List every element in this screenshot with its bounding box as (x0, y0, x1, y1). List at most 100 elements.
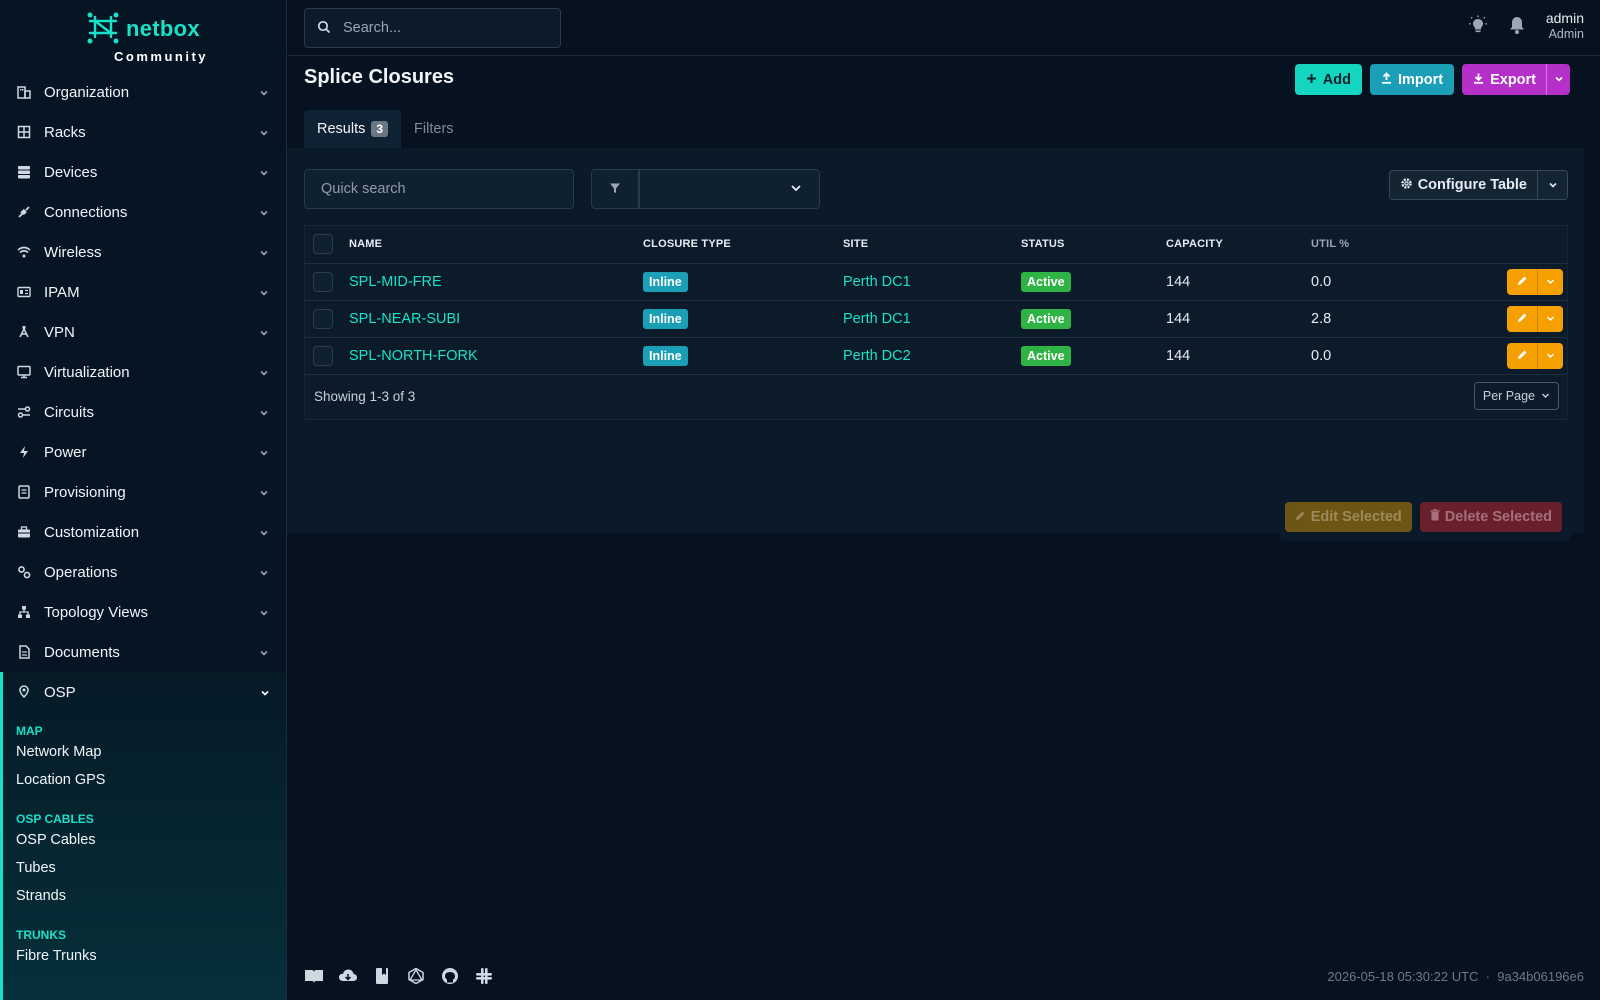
column-header-capacity[interactable]: CAPACITY (1166, 226, 1311, 264)
column-header-status[interactable]: STATUS (1021, 226, 1166, 264)
row-actions-dropdown[interactable] (1537, 342, 1563, 369)
subnav-item-osp-cables[interactable]: OSP Cables (3, 826, 286, 854)
nav-item-operations[interactable]: Operations (0, 552, 286, 592)
cogs-icon (16, 564, 32, 580)
closure-name-link[interactable]: SPL-NEAR-SUBI (349, 311, 460, 327)
column-header-name[interactable]: NAME (349, 226, 643, 264)
nav-item-organization[interactable]: Organization (0, 72, 286, 112)
page-actions: Add Import Export (1294, 64, 1570, 95)
nav-item-devices[interactable]: Devices (0, 152, 286, 192)
delete-selected-label: Delete Selected (1444, 509, 1552, 525)
netbox-logo-icon (86, 11, 120, 48)
quick-search-input[interactable]: Quick search (304, 169, 574, 209)
closure-name-link[interactable]: SPL-NORTH-FORK (349, 348, 478, 364)
filter-button[interactable] (591, 169, 639, 209)
subnav-heading-trunks: TRUNKS (16, 928, 66, 942)
subnav-item-strands[interactable]: Strands (3, 882, 286, 910)
chevron-down-icon (258, 526, 270, 538)
closure-name-link[interactable]: SPL-MID-FRE (349, 274, 442, 290)
site-link[interactable]: Perth DC2 (843, 348, 911, 364)
site-link[interactable]: Perth DC1 (843, 274, 911, 290)
nav-item-circuits[interactable]: Circuits (0, 392, 286, 432)
export-button[interactable]: Export (1462, 64, 1570, 95)
delete-selected-button[interactable]: Delete Selected (1419, 502, 1562, 532)
tab-results[interactable]: Results 3 (304, 110, 402, 148)
chevron-down-icon (1546, 348, 1555, 364)
nav-label: Provisioning (44, 483, 126, 501)
edit-button[interactable] (1507, 342, 1537, 369)
subnav-item-tubes[interactable]: Tubes (3, 854, 286, 882)
export-dropdown-toggle[interactable] (1546, 64, 1570, 95)
pencil-icon (1517, 274, 1528, 290)
status-badge: Active (1021, 345, 1071, 366)
chevron-down-icon (258, 486, 270, 498)
row-checkbox[interactable] (313, 271, 333, 292)
brand-logo[interactable]: netbox Community (0, 0, 286, 70)
import-button[interactable]: Import (1369, 64, 1455, 95)
subnav-item-fibre-trunks[interactable]: Fibre Trunks (3, 942, 286, 970)
graphql-icon[interactable] (406, 966, 426, 986)
edit-button[interactable] (1507, 268, 1537, 295)
plug-icon (16, 204, 32, 220)
theme-toggle-icon[interactable] (1468, 15, 1488, 38)
edit-button[interactable] (1507, 305, 1537, 332)
github-icon[interactable] (440, 966, 460, 986)
search-input[interactable] (343, 20, 543, 36)
row-checkbox[interactable] (313, 308, 333, 329)
user-menu[interactable]: admin Admin (1546, 10, 1584, 42)
bulk-actions: Edit Selected Delete Selected (1280, 493, 1570, 541)
footer-info: 2026-05-18 05:30:22 UTC · 9a34b06196e6 (1327, 969, 1584, 984)
bell-icon[interactable] (1508, 15, 1526, 38)
gear-icon (1400, 177, 1413, 194)
nav-item-racks[interactable]: Racks (0, 112, 286, 152)
nav-item-vpn[interactable]: VPN (0, 312, 286, 352)
brand-sub: Community (114, 48, 208, 64)
saved-filter-select[interactable] (639, 169, 820, 209)
column-header-util[interactable]: UTIL % (1311, 226, 1497, 264)
site-link[interactable]: Perth DC1 (843, 311, 911, 327)
nav-item-power[interactable]: Power (0, 432, 286, 472)
nav-item-osp[interactable]: OSP (3, 672, 286, 712)
nav-item-wireless[interactable]: Wireless (0, 232, 286, 272)
nav-item-ipam[interactable]: IPAM (0, 272, 286, 312)
chevron-down-icon (258, 566, 270, 578)
row-actions-dropdown[interactable] (1537, 305, 1563, 332)
pencil-icon (1295, 509, 1306, 525)
global-search[interactable] (304, 8, 561, 48)
configure-table-button[interactable]: Configure Table (1388, 170, 1538, 200)
nav-label: Power (44, 443, 87, 461)
bookmark-book-icon[interactable] (372, 966, 392, 986)
download-icon (1473, 72, 1484, 88)
nav-label: Virtualization (44, 363, 130, 381)
column-header-closure-type[interactable]: CLOSURE TYPE (643, 226, 843, 264)
add-button[interactable]: Add (1294, 64, 1362, 95)
subnav-heading-osp-cables: OSP CABLES (16, 812, 94, 826)
configure-table-dropdown[interactable] (1538, 170, 1568, 200)
tab-filters[interactable]: Filters (401, 110, 466, 148)
nav-label: Circuits (44, 403, 95, 421)
nav-item-connections[interactable]: Connections (0, 192, 286, 232)
edit-selected-button[interactable]: Edit Selected (1284, 502, 1412, 532)
nav-label: IPAM (44, 283, 80, 301)
row-checkbox[interactable] (313, 345, 333, 366)
upload-icon (1381, 71, 1392, 88)
nav-item-virtualization[interactable]: Virtualization (0, 352, 286, 392)
column-header-site[interactable]: SITE (843, 226, 1021, 264)
nav-item-provisioning[interactable]: Provisioning (0, 472, 286, 512)
nav-item-customization[interactable]: Customization (0, 512, 286, 552)
select-all-checkbox[interactable] (313, 234, 333, 255)
slack-icon[interactable] (474, 966, 494, 986)
docs-book-icon[interactable] (304, 966, 324, 986)
row-actions-dropdown[interactable] (1537, 268, 1563, 295)
rack-icon (16, 124, 32, 140)
nav-item-documents[interactable]: Documents (0, 632, 286, 672)
closure-type-badge: Inline (643, 271, 688, 292)
footer-links (304, 966, 494, 986)
subnav-item-location-gps[interactable]: Location GPS (3, 766, 286, 794)
tab-filters-label: Filters (414, 121, 454, 137)
nav-item-topology-views[interactable]: Topology Views (0, 592, 286, 632)
per-page-dropdown[interactable]: Per Page (1473, 382, 1559, 410)
quick-search-placeholder: Quick search (321, 181, 406, 197)
cloud-download-icon[interactable] (338, 966, 358, 986)
subnav-item-network-map[interactable]: Network Map (3, 738, 286, 766)
